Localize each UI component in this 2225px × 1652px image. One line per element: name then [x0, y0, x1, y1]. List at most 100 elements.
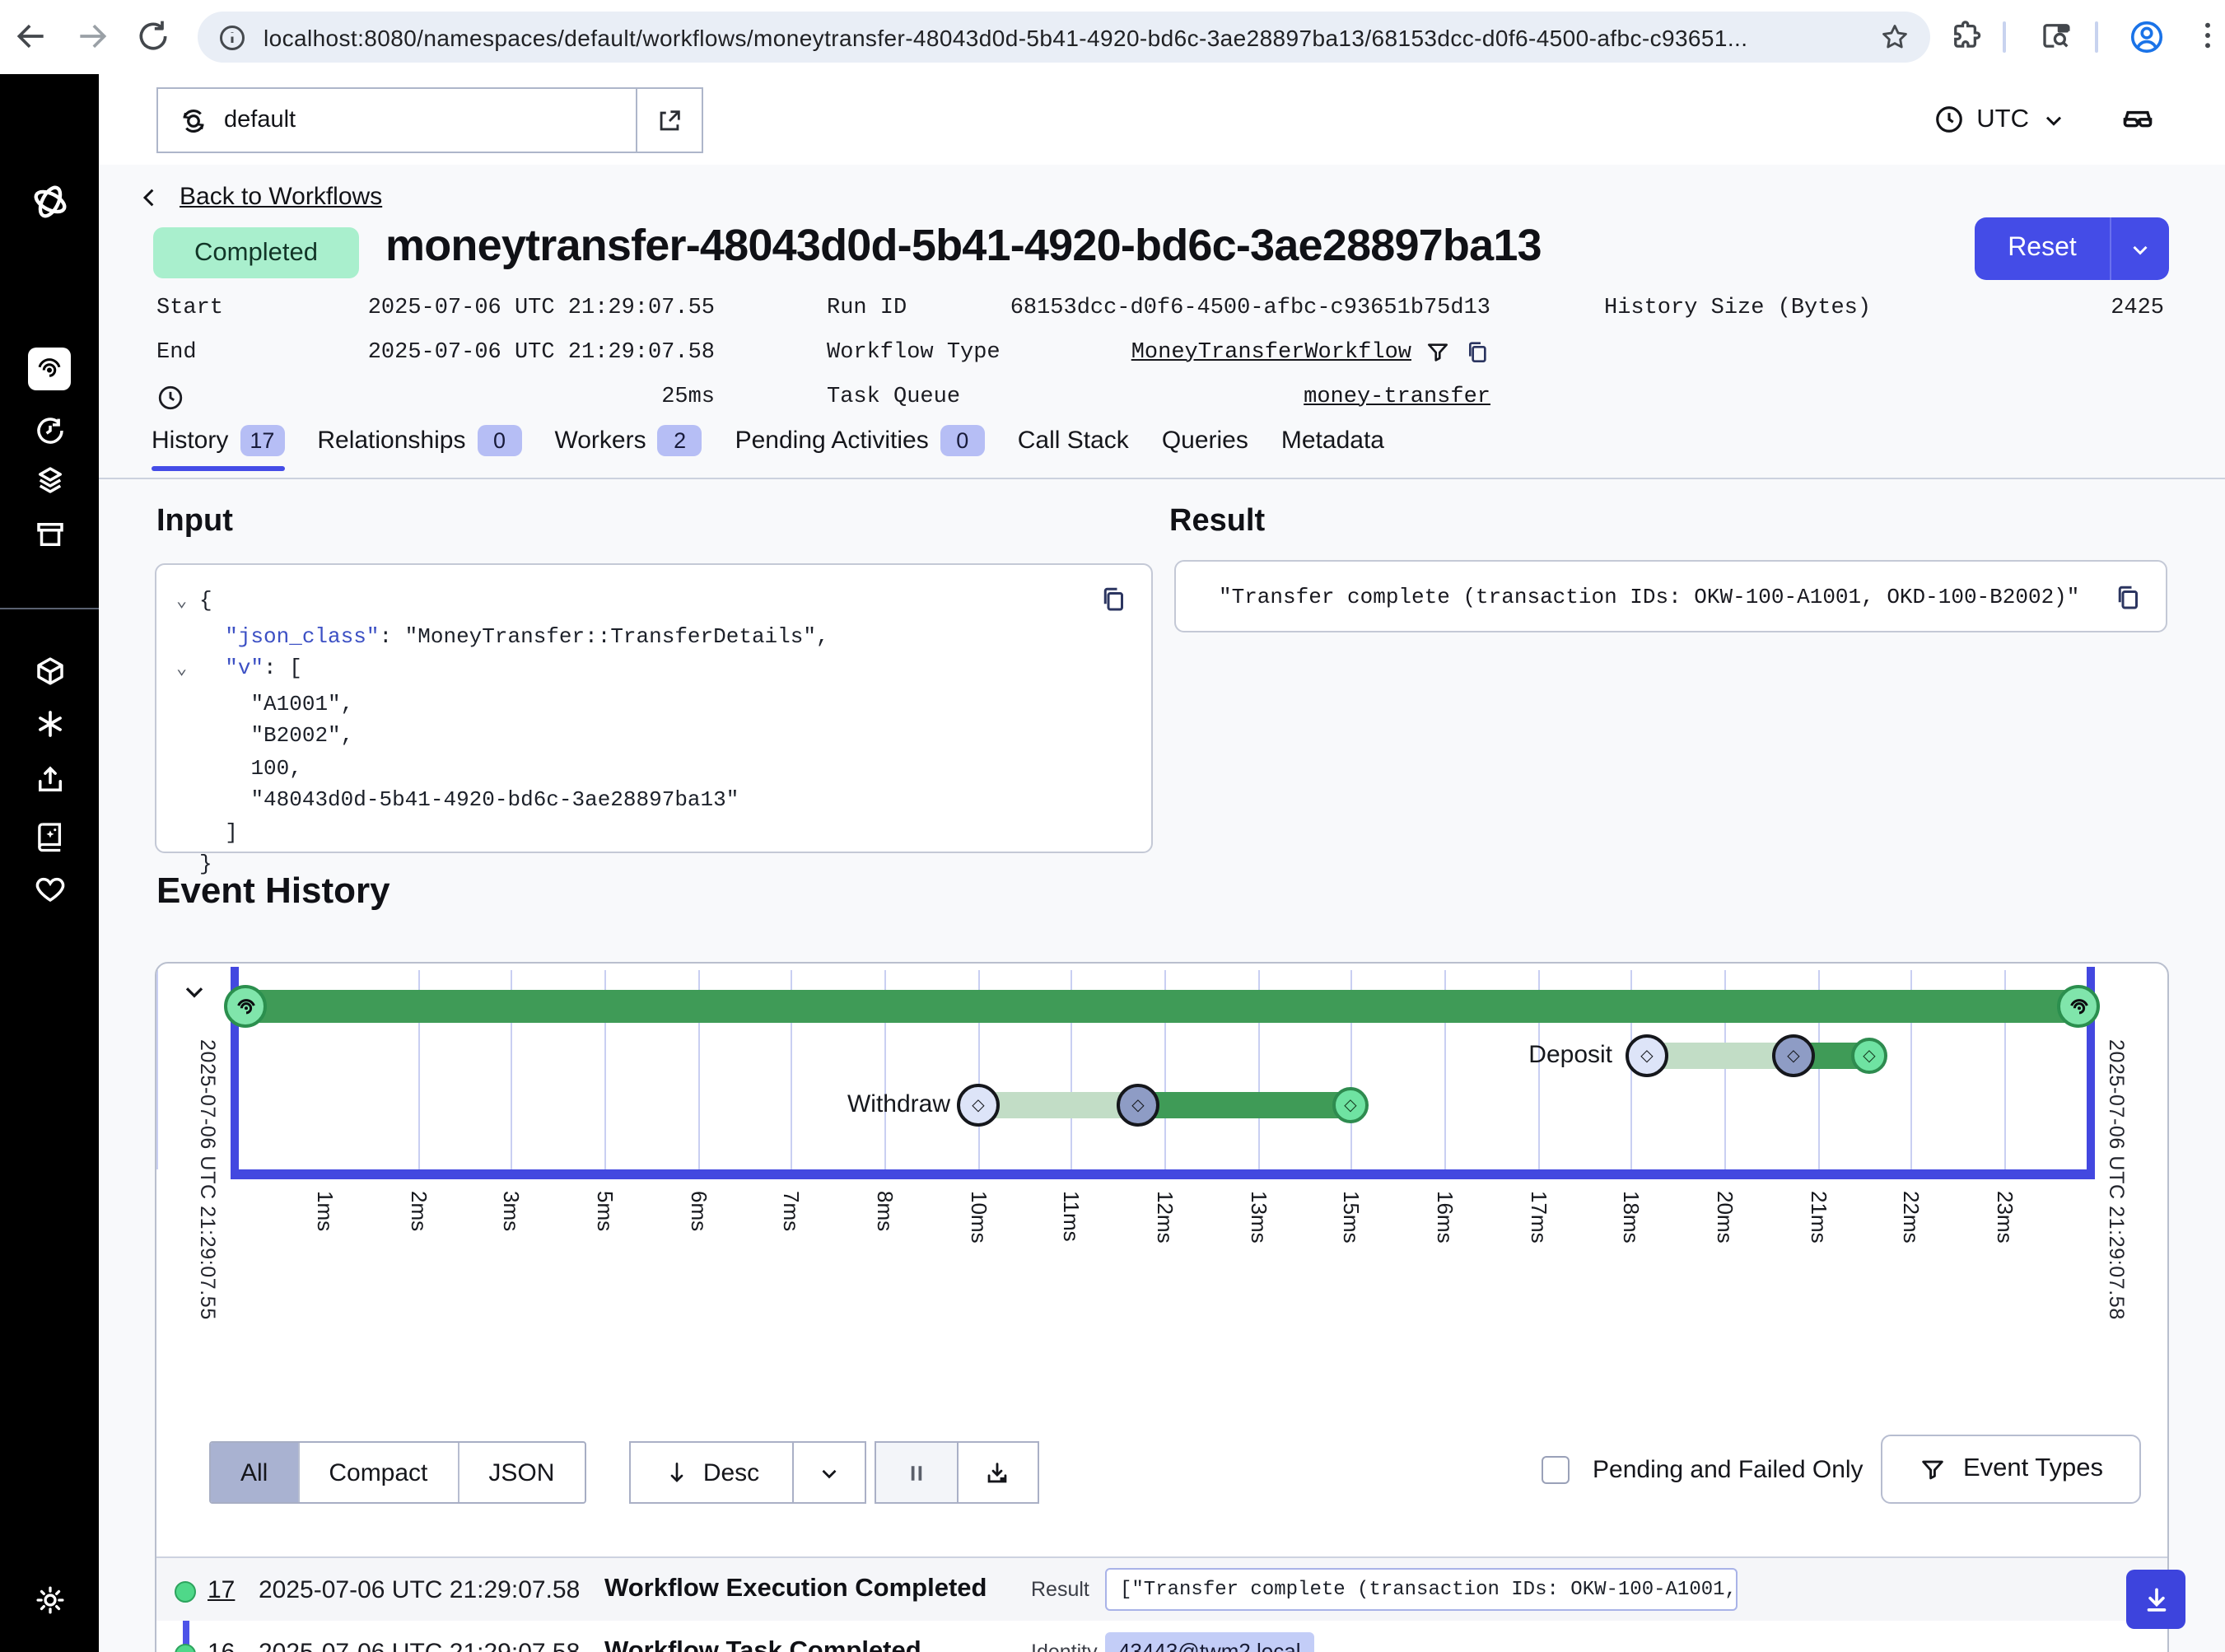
result-value: "Transfer complete (transaction IDs: OKW…: [1219, 584, 2079, 609]
axis-tick: 6ms: [687, 1191, 711, 1231]
filter-funnel-icon[interactable]: [1425, 339, 1451, 366]
browser-toolbar: localhost:8080/namespaces/default/workfl…: [0, 0, 2225, 76]
event-detail-label: Result: [1031, 1578, 1089, 1601]
sort-desc-button[interactable]: Desc: [631, 1443, 792, 1502]
deposit-scheduled-marker[interactable]: ◇: [1626, 1034, 1668, 1077]
tab-relationships[interactable]: Relationships 0: [317, 425, 521, 471]
url-bar[interactable]: localhost:8080/namespaces/default/workfl…: [198, 12, 1930, 63]
history-size-value: 2425: [2111, 296, 2164, 320]
labs-mode-icon[interactable]: [2120, 100, 2156, 137]
download-button[interactable]: [956, 1443, 1038, 1502]
back-icon[interactable]: [13, 18, 49, 54]
timeline-end-datetime: 2025-07-06 UTC 21:29:07.58: [2105, 1039, 2128, 1320]
axis-tick: 10ms: [967, 1191, 991, 1244]
deposit-started-marker[interactable]: ◇: [1772, 1034, 1815, 1077]
tab-workers[interactable]: Workers 2: [554, 425, 702, 471]
extensions-icon[interactable]: [1948, 18, 1985, 54]
withdraw-scheduled-marker[interactable]: ◇: [957, 1084, 1000, 1127]
timezone-selector[interactable]: UTC: [1933, 74, 2067, 165]
sidebar-item-deployments[interactable]: [28, 649, 71, 692]
theme-toggle-icon[interactable]: [28, 1578, 71, 1621]
result-heading: Result: [1169, 504, 1265, 540]
event-name: Workflow Execution Completed: [604, 1575, 987, 1604]
axis-tick: 8ms: [873, 1191, 898, 1231]
namespace-name: default: [224, 107, 296, 133]
profile-icon[interactable]: [2128, 18, 2164, 54]
back-to-workflows-link[interactable]: Back to Workflows: [137, 183, 382, 211]
pending-failed-checkbox[interactable]: [1542, 1456, 1570, 1484]
toolbar-separator: [2095, 21, 2098, 53]
workflow-end-marker[interactable]: [2057, 985, 2100, 1028]
bookmark-star-icon[interactable]: [1879, 21, 1910, 53]
timeline-collapse-icon[interactable]: [180, 977, 209, 1006]
sort-dropdown-icon[interactable]: [792, 1443, 865, 1502]
event-types-filter-button[interactable]: Event Types: [1881, 1435, 2141, 1504]
pending-failed-label[interactable]: Pending and Failed Only: [1593, 1444, 1863, 1497]
event-detail-value[interactable]: ["Transfer complete (transaction IDs: OK…: [1105, 1568, 1738, 1611]
temporal-logo[interactable]: [28, 180, 71, 222]
event-history-heading: Event History: [156, 870, 390, 912]
tab-history[interactable]: History 17: [152, 425, 284, 471]
deposit-completed-marker[interactable]: ◇: [1851, 1038, 1887, 1074]
workflow-start-marker[interactable]: [224, 985, 267, 1028]
tab-metadata[interactable]: Metadata: [1281, 425, 1384, 471]
withdraw-completed-marker[interactable]: ◇: [1332, 1087, 1369, 1123]
event-name: Workflow Task Completed: [604, 1637, 921, 1652]
copy-icon[interactable]: [1464, 339, 1490, 366]
json-collapse-icon[interactable]: ⌄: [176, 588, 199, 620]
workflow-type-link[interactable]: MoneyTransferWorkflow: [1131, 340, 1411, 365]
pause-button[interactable]: [876, 1443, 956, 1502]
table-row-event-17[interactable]: 17 2025-07-06 UTC 21:29:07.58 Workflow E…: [156, 1558, 2167, 1621]
view-mode-json[interactable]: JSON: [459, 1443, 584, 1502]
copy-icon[interactable]: [1099, 585, 1128, 614]
sidebar-item-import[interactable]: [28, 758, 71, 800]
sort-order-control: Desc: [629, 1441, 866, 1504]
run-id-value: 68153dcc-d0f6-4500-afbc-c93651b75d13: [1010, 296, 1490, 320]
forward-icon[interactable]: [74, 18, 110, 54]
result-panel: "Transfer complete (transaction IDs: OKW…: [1174, 560, 2167, 632]
event-id-link[interactable]: 16: [208, 1638, 235, 1652]
tab-queries[interactable]: Queries: [1162, 425, 1248, 471]
axis-tick: 2ms: [407, 1191, 431, 1231]
sidebar-item-schedules[interactable]: [28, 408, 71, 451]
sidebar-item-docs[interactable]: [28, 814, 71, 856]
tab-pending-activities[interactable]: Pending Activities 0: [735, 425, 985, 471]
start-value: 2025-07-06 UTC 21:29:07.55: [368, 296, 715, 320]
event-id-link[interactable]: 17: [208, 1575, 235, 1603]
namespace-icon: [178, 105, 209, 136]
reset-dropdown-icon[interactable]: [2110, 217, 2169, 280]
namespace-selector[interactable]: default: [156, 87, 703, 153]
sidebar-item-namespaces[interactable]: [28, 458, 71, 501]
end-label: End: [156, 340, 197, 365]
reset-button-label[interactable]: Reset: [1975, 217, 2110, 280]
json-collapse-icon[interactable]: ⌄: [176, 656, 199, 688]
timezone-label: UTC: [1976, 105, 2029, 134]
namespace-open-icon[interactable]: [636, 89, 702, 152]
axis-tick: 1ms: [313, 1191, 338, 1231]
history-size-label: History Size (Bytes): [1604, 296, 1871, 320]
view-mode-all[interactable]: All: [211, 1443, 299, 1502]
sidebar-item-archive[interactable]: [28, 512, 71, 555]
sidebar-item-workflows[interactable]: [28, 348, 71, 390]
task-queue-link[interactable]: money-transfer: [1304, 385, 1490, 409]
workflow-type-label: Workflow Type: [827, 340, 1001, 365]
tab-call-stack[interactable]: Call Stack: [1018, 425, 1129, 471]
scroll-to-bottom-button[interactable]: [2126, 1570, 2185, 1629]
withdraw-started-marker[interactable]: ◇: [1117, 1084, 1159, 1127]
site-info-icon[interactable]: [217, 22, 247, 52]
copy-icon[interactable]: [2113, 583, 2143, 613]
tab-pending-activities-count: 0: [940, 425, 985, 456]
axis-tick: 15ms: [1339, 1191, 1364, 1244]
view-mode-compact[interactable]: Compact: [299, 1443, 459, 1502]
end-value: 2025-07-06 UTC 21:29:07.58: [368, 340, 715, 365]
sidebar-item-nexus[interactable]: [28, 702, 71, 744]
reload-icon[interactable]: [135, 18, 171, 54]
table-row-event-16[interactable]: 16 2025-07-06 UTC 21:29:07.58 Workflow T…: [156, 1621, 2167, 1652]
browser-menu-icon[interactable]: [2190, 18, 2225, 54]
workflow-execution-bar[interactable]: [245, 990, 2078, 1023]
sidebar-item-feedback[interactable]: [28, 866, 71, 909]
playback-controls: [875, 1441, 1039, 1504]
tab-search-icon[interactable]: [2039, 18, 2075, 54]
url-text: localhost:8080/namespaces/default/workfl…: [264, 24, 1879, 50]
reset-button[interactable]: Reset: [1975, 217, 2169, 280]
